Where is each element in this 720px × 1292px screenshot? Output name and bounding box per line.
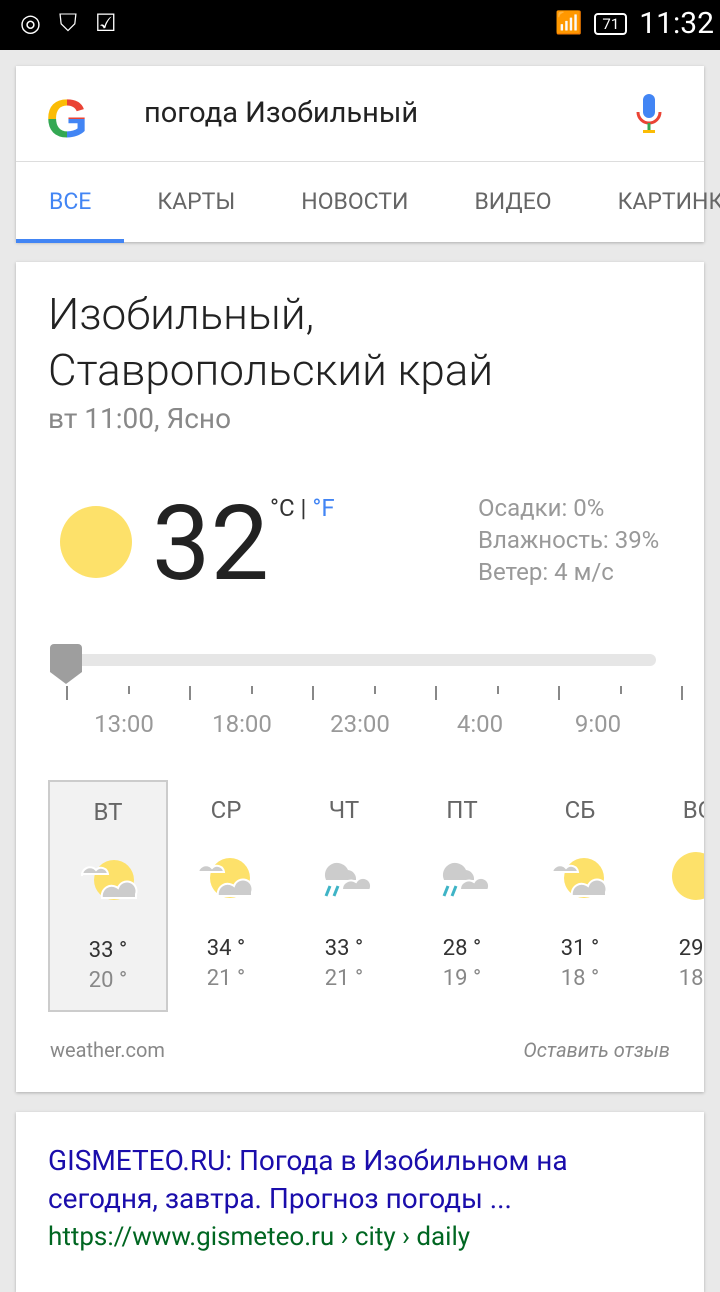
slider-tick <box>127 686 130 694</box>
time-label: 13:00 <box>94 710 154 738</box>
time-slider-thumb[interactable] <box>50 644 82 684</box>
day-name: ЧТ <box>328 796 360 824</box>
slider-tick <box>681 686 683 700</box>
day-high: 28 ° <box>442 936 482 961</box>
tab-video[interactable]: ВИДЕО <box>441 162 584 243</box>
slider-tick <box>435 686 437 700</box>
partly-cloudy-icon <box>196 858 254 898</box>
day-name: ВТ <box>93 798 123 826</box>
day-low: 18 ° <box>560 966 600 991</box>
google-logo[interactable]: G <box>46 88 88 150</box>
slider-tick <box>496 686 499 694</box>
forecast-day[interactable]: ЧТ 33 ° 21 ° <box>284 780 404 1012</box>
unit-toggle: °C | °F <box>270 494 335 522</box>
day-high: 33 ° <box>88 938 128 963</box>
day-high: 31 ° <box>560 936 600 961</box>
daily-forecast: ВТ 33 ° 20 ° СР 34 ° 21 ° ЧТ 33 ° 21 ° ПТ 2… <box>48 780 704 1012</box>
forecast-day[interactable]: СР 34 ° 21 ° <box>166 780 286 1012</box>
forecast-day[interactable]: СБ 31 ° 18 ° <box>520 780 640 1012</box>
day-low: 21 ° <box>206 966 246 991</box>
day-high: 34 ° <box>206 936 246 961</box>
time-slider-track[interactable] <box>52 654 656 666</box>
partly-cloudy-icon <box>80 860 138 900</box>
slider-tick <box>66 686 68 700</box>
day-name: ВС <box>682 796 704 824</box>
forecast-day[interactable]: ВТ 33 ° 20 ° <box>48 780 168 1012</box>
tab-news[interactable]: НОВОСТИ <box>268 162 441 243</box>
day-low: 21 ° <box>324 966 364 991</box>
clock: 11:32 <box>639 6 714 41</box>
rain-icon <box>442 862 491 897</box>
slider-tick <box>373 686 376 694</box>
result-url: https://www.gismeteo.ru › city › daily <box>48 1222 471 1252</box>
shield-icon: ⛉ <box>58 9 77 37</box>
battery-indicator: 71 <box>594 12 628 35</box>
slider-tick <box>189 686 191 700</box>
rain-icon <box>324 862 373 897</box>
instagram-icon: ◎ <box>20 9 41 37</box>
precipitation: Осадки: 0% <box>478 494 605 522</box>
slider-tick <box>312 686 314 700</box>
day-name: ПТ <box>446 796 478 824</box>
unit-celsius[interactable]: °C <box>270 494 295 522</box>
forecast-day[interactable]: ПТ 28 ° 19 ° <box>402 780 522 1012</box>
day-low: 19 ° <box>442 966 482 991</box>
search-card: G погода Изобильный ВСЕ КАРТЫ НОВОСТИ ВИ… <box>16 66 720 243</box>
day-low: 18 ° <box>678 966 704 991</box>
sunny-icon <box>672 852 704 900</box>
forecast-day[interactable]: ВС 29 ° 18 ° <box>638 780 704 1012</box>
time-label: 9:00 <box>574 710 622 738</box>
weather-details: Осадки: 0% Влажность: 39% Ветер: 4 м/с <box>478 492 659 588</box>
search-result: GISMETEO.RU: Погода в Изобильном на сего… <box>16 1112 704 1292</box>
day-name: СБ <box>564 796 596 824</box>
time-label: 4:00 <box>456 710 504 738</box>
tab-all[interactable]: ВСЕ <box>16 162 125 243</box>
time-label: 23:00 <box>330 710 390 738</box>
day-high: 29 ° <box>678 936 704 961</box>
current-temperature: 32 <box>152 484 269 605</box>
clipboard-check-icon: ☑ <box>94 9 117 37</box>
day-high: 33 ° <box>324 936 364 961</box>
source-link[interactable]: weather.com <box>50 1038 165 1062</box>
wifi-icon: 📶 <box>555 11 583 36</box>
search-tabs: ВСЕ КАРТЫ НОВОСТИ ВИДЕО КАРТИНКИ <box>16 161 720 243</box>
slider-tick <box>558 686 560 700</box>
weather-subtitle: вт 11:00, Ясно <box>48 402 232 435</box>
slider-tick <box>250 686 253 694</box>
location-region: Ставропольский край <box>48 344 494 396</box>
humidity: Влажность: 39% <box>478 526 660 554</box>
location-title: Изобильный, Ставропольский край <box>48 286 493 398</box>
sun-icon <box>60 506 132 578</box>
location-city: Изобильный, <box>48 288 315 340</box>
unit-fahrenheit[interactable]: °F <box>312 494 334 522</box>
partly-cloudy-icon <box>550 858 608 898</box>
microphone-icon[interactable] <box>636 92 662 136</box>
wind: Ветер: 4 м/с <box>478 558 614 586</box>
search-input[interactable]: погода Изобильный <box>144 96 418 130</box>
unit-separator: | <box>294 494 313 522</box>
status-bar: ◎ ⛉ ☑ 📶 71 11:32 <box>0 0 720 50</box>
tab-images[interactable]: КАРТИНКИ <box>585 162 720 243</box>
feedback-link[interactable]: Оставить отзыв <box>523 1038 670 1062</box>
time-label: 18:00 <box>212 710 272 738</box>
slider-tick <box>619 686 622 694</box>
tab-maps[interactable]: КАРТЫ <box>124 162 268 243</box>
result-title-link[interactable]: GISMETEO.RU: Погода в Изобильном на сего… <box>48 1142 678 1218</box>
day-name: СР <box>210 796 242 824</box>
day-low: 20 ° <box>88 968 128 993</box>
weather-card: Изобильный, Ставропольский край вт 11:00… <box>16 262 704 1092</box>
